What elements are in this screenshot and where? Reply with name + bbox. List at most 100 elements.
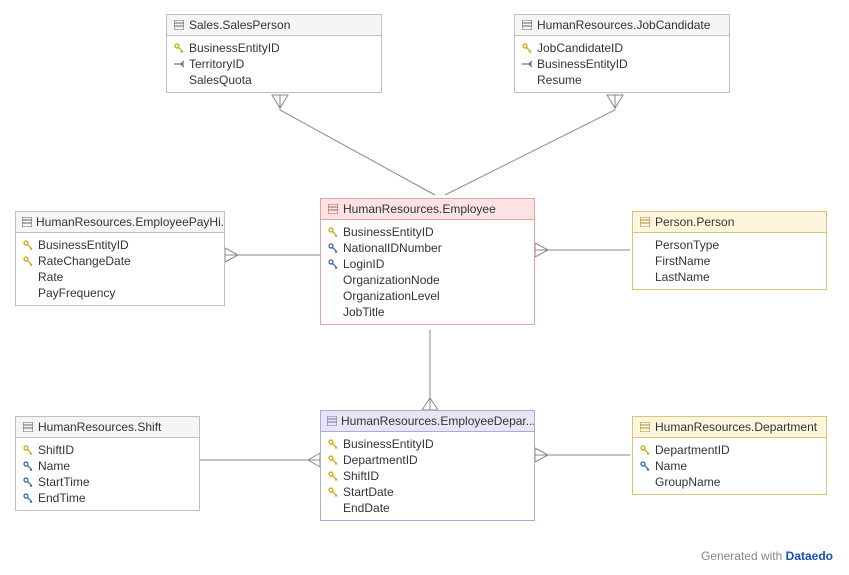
entity-header: HumanResources.Shift (16, 417, 199, 438)
column-name: DepartmentID (343, 453, 418, 467)
entity-hr-employeepayhistory[interactable]: HumanResources.EmployeePayHi... Business… (15, 211, 225, 306)
column-row: StartDate (327, 484, 528, 500)
column-name: GroupName (655, 475, 720, 489)
foreign-key-icon (173, 59, 185, 69)
column-row: DepartmentID (327, 452, 528, 468)
column-row: RateChangeDate (22, 253, 218, 269)
table-icon (521, 20, 533, 30)
column-name: ShiftID (343, 469, 379, 483)
unique-key-icon (639, 461, 651, 471)
table-icon (639, 217, 651, 227)
entity-body: ShiftID NameStartTimeEndTime (16, 438, 199, 510)
column-row: BusinessEntityID (173, 40, 375, 56)
primary-key-icon (639, 445, 651, 455)
entity-title: HumanResources.EmployeePayHi... (36, 215, 224, 229)
column-name: LoginID (343, 257, 384, 271)
entity-hr-employee[interactable]: HumanResources.Employee BusinessEntityID… (320, 198, 535, 325)
entity-hr-jobcandidate[interactable]: HumanResources.JobCandidate JobCandidate… (514, 14, 730, 93)
entity-title: HumanResources.JobCandidate (537, 18, 710, 32)
column-name: JobCandidateID (537, 41, 623, 55)
entity-header: HumanResources.EmployeePayHi... (16, 212, 224, 233)
column-row: BusinessEntityID (327, 436, 528, 452)
column-name: NationalIDNumber (343, 241, 442, 255)
column-row: NationalIDNumber (327, 240, 528, 256)
primary-key-icon (22, 240, 34, 250)
column-row: Rate (22, 269, 218, 285)
column-name: PayFrequency (38, 286, 115, 300)
primary-key-icon (521, 43, 533, 53)
column-row: PayFrequency (22, 285, 218, 301)
column-name: LastName (655, 270, 710, 284)
column-name: StartDate (343, 485, 394, 499)
column-name: BusinessEntityID (38, 238, 129, 252)
entity-header: HumanResources.Employee (321, 199, 534, 220)
entity-header: HumanResources.JobCandidate (515, 15, 729, 36)
column-row: BusinessEntityID (521, 56, 723, 72)
column-row: BusinessEntityID (327, 224, 528, 240)
column-name: RateChangeDate (38, 254, 131, 268)
column-name: EndDate (343, 501, 390, 515)
column-name: Rate (38, 270, 63, 284)
primary-key-icon (327, 227, 339, 237)
footer-credit: Generated with Dataedo (701, 549, 833, 563)
table-icon (327, 204, 339, 214)
column-name: BusinessEntityID (343, 437, 434, 451)
column-name: TerritoryID (189, 57, 244, 71)
entity-title: HumanResources.Shift (38, 420, 161, 434)
table-icon (22, 422, 34, 432)
column-name: Name (655, 459, 687, 473)
table-icon (639, 422, 651, 432)
footer-brand[interactable]: Dataedo (786, 549, 833, 563)
column-row: PersonType (639, 237, 820, 253)
column-row: TerritoryID (173, 56, 375, 72)
entity-body: BusinessEntityIDTerritoryIDSalesQuota (167, 36, 381, 92)
entity-header: Person.Person (633, 212, 826, 233)
entity-hr-employeedepthistory[interactable]: HumanResources.EmployeeDepar... Business… (320, 410, 535, 521)
entity-title: HumanResources.Department (655, 420, 817, 434)
column-name: ShiftID (38, 443, 74, 457)
foreign-key-icon (521, 59, 533, 69)
primary-key-icon (327, 439, 339, 449)
column-row: GroupName (639, 474, 820, 490)
unique-key-icon (327, 259, 339, 269)
column-row: Name (22, 458, 193, 474)
column-name: Name (38, 459, 70, 473)
unique-key-icon (22, 461, 34, 471)
column-row: ShiftID (22, 442, 193, 458)
entity-body: PersonTypeFirstNameLastName (633, 233, 826, 289)
column-row: OrganizationNode (327, 272, 528, 288)
column-row: Resume (521, 72, 723, 88)
unique-key-icon (22, 493, 34, 503)
entity-title: Person.Person (655, 215, 734, 229)
entity-hr-shift[interactable]: HumanResources.Shift ShiftID NameStartTim… (15, 416, 200, 511)
column-name: EndTime (38, 491, 86, 505)
column-row: Name (639, 458, 820, 474)
unique-key-icon (22, 477, 34, 487)
primary-key-icon (22, 445, 34, 455)
unique-key-icon (327, 243, 339, 253)
column-row: StartTime (22, 474, 193, 490)
entity-body: BusinessEntityID DepartmentID ShiftID Start… (321, 432, 534, 520)
entity-sales-salesperson[interactable]: Sales.SalesPerson BusinessEntityIDTerrit… (166, 14, 382, 93)
entity-header: Sales.SalesPerson (167, 15, 381, 36)
column-row: JobTitle (327, 304, 528, 320)
table-icon (22, 217, 32, 227)
column-name: JobTitle (343, 305, 385, 319)
entity-title: HumanResources.Employee (343, 202, 496, 216)
column-name: BusinessEntityID (537, 57, 628, 71)
column-name: OrganizationLevel (343, 289, 440, 303)
column-row: LastName (639, 269, 820, 285)
entity-person-person[interactable]: Person.Person PersonTypeFirstNameLastNam… (632, 211, 827, 290)
entity-title: Sales.SalesPerson (189, 18, 290, 32)
column-name: BusinessEntityID (343, 225, 434, 239)
entity-header: HumanResources.Department (633, 417, 826, 438)
primary-key-icon (22, 256, 34, 266)
column-row: FirstName (639, 253, 820, 269)
entity-hr-department[interactable]: HumanResources.Department DepartmentIDNa… (632, 416, 827, 495)
column-row: DepartmentID (639, 442, 820, 458)
column-row: EndTime (22, 490, 193, 506)
primary-key-icon (327, 471, 339, 481)
entity-body: JobCandidateID BusinessEntityIDResume (515, 36, 729, 92)
entity-title: HumanResources.EmployeeDepar... (341, 414, 534, 428)
column-row: LoginID (327, 256, 528, 272)
